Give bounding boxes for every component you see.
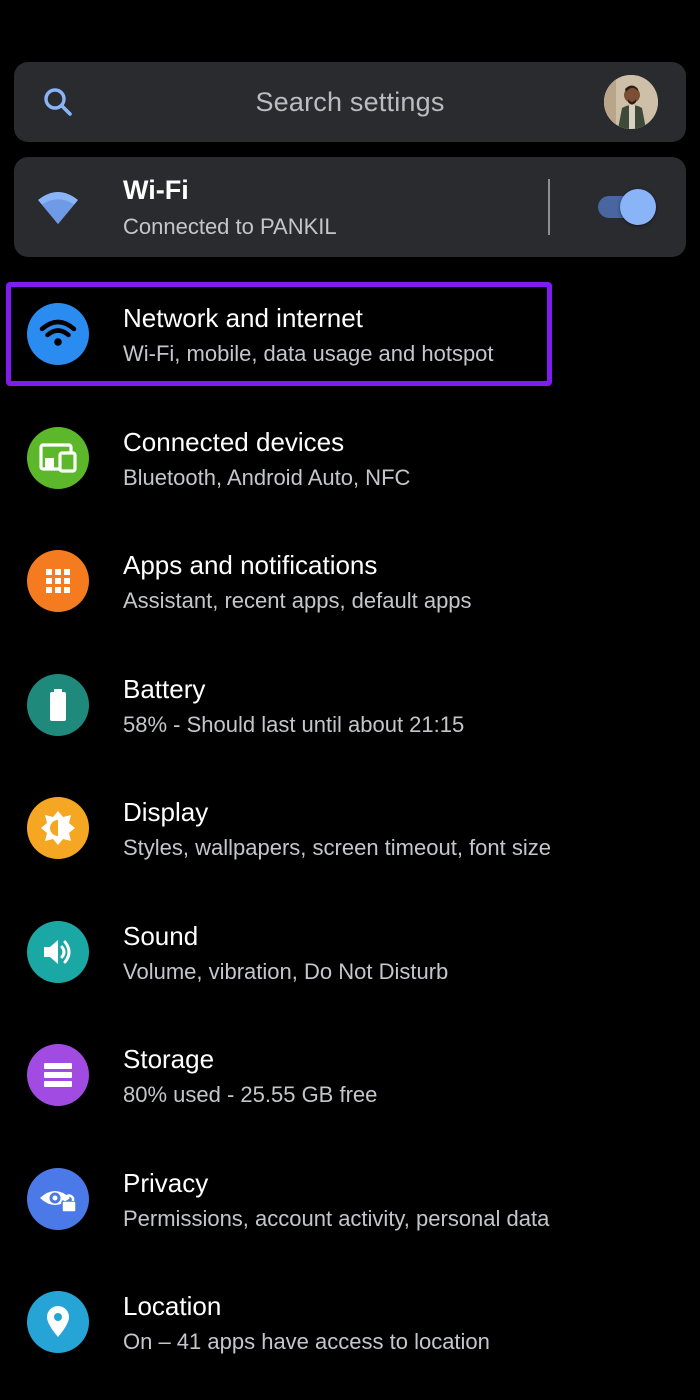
item-title: Storage [123, 1044, 215, 1074]
item-title: Apps and notifications [123, 550, 378, 580]
item-subtitle: Styles, wallpapers, screen timeout, font… [123, 835, 551, 860]
item-subtitle: Permissions, account activity, personal … [123, 1205, 550, 1231]
storage-icon [27, 1044, 89, 1106]
wifi-icon [27, 303, 89, 365]
item-title: Location [123, 1291, 222, 1321]
item-subtitle: Assistant, recent apps, default apps [123, 588, 472, 613]
wifi-card: Wi-Fi Connected to PANKIL [14, 157, 686, 257]
wifi-card-main[interactable]: Wi-Fi Connected to PANKIL [14, 157, 544, 257]
item-title: Privacy [123, 1167, 209, 1198]
account-avatar[interactable] [604, 75, 658, 129]
item-title: Network and internet [123, 303, 363, 333]
item-title: Connected devices [123, 426, 345, 457]
privacy-icon [27, 1167, 89, 1230]
item-subtitle: Bluetooth, Android Auto, NFC [123, 464, 411, 490]
settings-item-battery[interactable]: Battery 58% - Should last until about 21… [0, 651, 700, 775]
wifi-card-subtitle: Connected to PANKIL [123, 214, 337, 239]
settings-list: Network and internet Wi-Fi, mobile, data… [0, 280, 700, 1392]
settings-item-apps[interactable]: Apps and notifications Assistant, recent… [0, 527, 700, 651]
item-subtitle: Wi-Fi, mobile, data usage and hotspot [123, 341, 494, 366]
battery-icon [27, 673, 89, 736]
settings-item-location[interactable]: Location On – 41 apps have access to loc… [0, 1268, 700, 1392]
item-title: Battery [123, 673, 206, 704]
devices-icon [27, 426, 89, 489]
location-pin-icon [27, 1291, 89, 1353]
volume-icon [27, 920, 89, 983]
settings-item-storage[interactable]: Storage 80% used - 25.55 GB free [0, 1021, 700, 1145]
search-placeholder: Search settings [255, 87, 445, 117]
settings-item-network[interactable]: Network and internet Wi-Fi, mobile, data… [0, 280, 700, 404]
brightness-icon [27, 797, 89, 859]
apps-grid-icon [27, 550, 89, 612]
wifi-card-title: Wi-Fi [123, 175, 189, 205]
wifi-icon [38, 192, 78, 224]
search-bar[interactable]: Search settings [14, 62, 686, 142]
item-subtitle: Volume, vibration, Do Not Disturb [123, 958, 449, 984]
settings-item-privacy[interactable]: Privacy Permissions, account activity, p… [0, 1145, 700, 1269]
item-subtitle: 58% - Should last until about 21:15 [123, 711, 465, 737]
item-title: Sound [123, 920, 199, 951]
settings-screen: Search settings Wi-Fi Connected to PANKI… [0, 0, 700, 1400]
avatar-image [604, 75, 658, 129]
settings-item-display[interactable]: Display Styles, wallpapers, screen timeo… [0, 774, 700, 898]
settings-item-connected-devices[interactable]: Connected devices Bluetooth, Android Aut… [0, 404, 700, 528]
item-title: Display [123, 797, 209, 827]
item-subtitle: On – 41 apps have access to location [123, 1329, 490, 1354]
wifi-toggle[interactable] [598, 189, 656, 225]
settings-item-sound[interactable]: Sound Volume, vibration, Do Not Disturb [0, 898, 700, 1022]
toggle-thumb [620, 189, 656, 225]
divider [548, 179, 550, 235]
item-subtitle: 80% used - 25.55 GB free [123, 1082, 378, 1107]
